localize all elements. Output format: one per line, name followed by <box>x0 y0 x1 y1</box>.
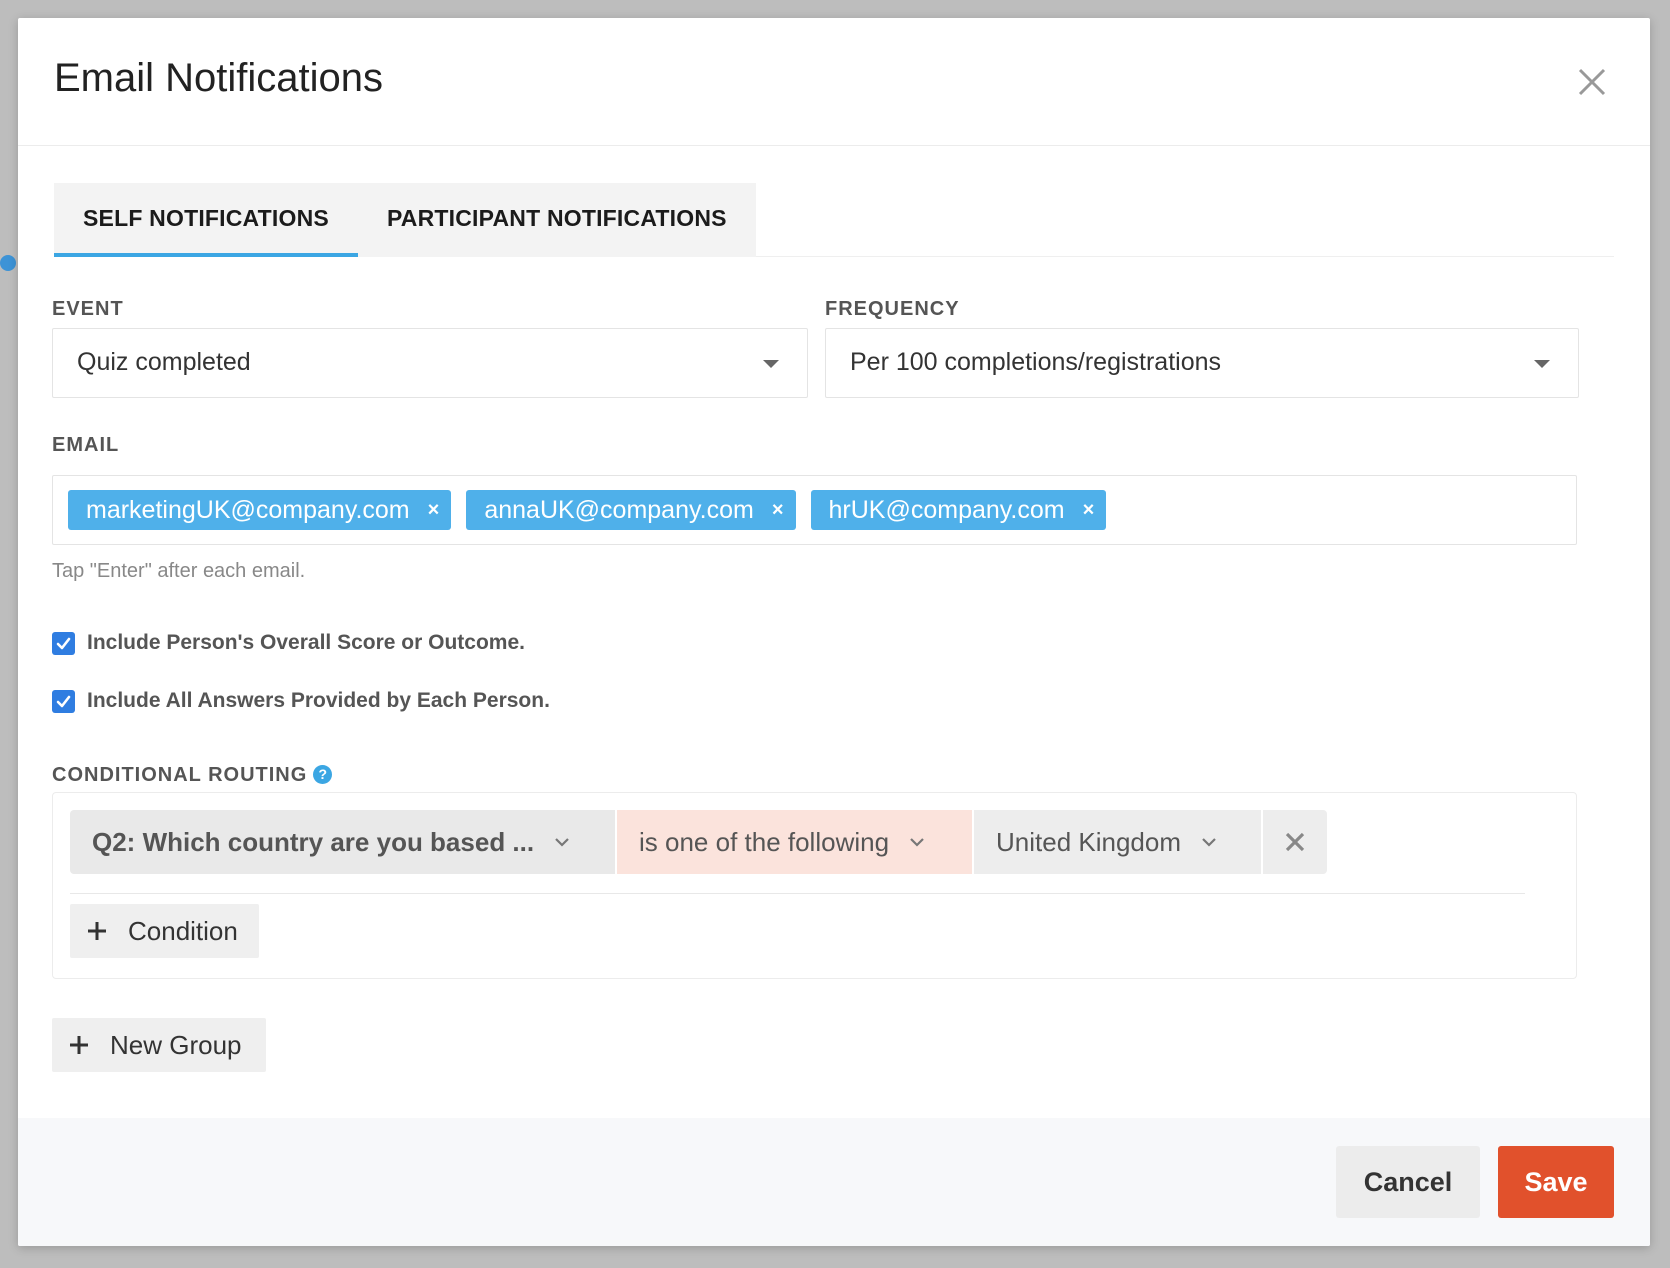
condition-question-value: Q2: Which country are you based ... <box>92 826 535 857</box>
include-score-option[interactable]: Include Person's Overall Score or Outcom… <box>52 631 525 655</box>
email-chip-text: marketingUK@company.com <box>86 495 410 524</box>
close-icon <box>1285 832 1305 852</box>
condition-row: Q2: Which country are you based ... is o… <box>70 810 1327 874</box>
tab-participant-notifications[interactable]: PARTICIPANT NOTIFICATIONS <box>358 183 756 257</box>
frequency-select[interactable]: Per 100 completions/registrations <box>825 328 1579 398</box>
modal-header: Email Notifications <box>18 18 1650 146</box>
include-score-label: Include Person's Overall Score or Outcom… <box>87 631 525 654</box>
tab-self-notifications[interactable]: SELF NOTIFICATIONS <box>54 183 358 257</box>
event-label: EVENT <box>52 298 124 320</box>
email-chip-text: annaUK@company.com <box>484 495 754 524</box>
plus-icon <box>88 922 106 940</box>
remove-condition-button[interactable] <box>1263 810 1327 874</box>
email-chip: hrUK@company.com × <box>810 490 1107 530</box>
include-answers-checkbox[interactable] <box>52 689 75 713</box>
condition-value-text: United Kingdom <box>996 826 1181 857</box>
email-chip-text: hrUK@company.com <box>828 495 1065 524</box>
check-icon <box>56 637 71 649</box>
email-chip: marketingUK@company.com × <box>68 490 452 530</box>
divider <box>70 893 1525 894</box>
add-condition-button[interactable]: Condition <box>70 904 259 958</box>
event-select[interactable]: Quiz completed <box>52 328 808 398</box>
email-notifications-modal: Email Notifications SELF NOTIFICATIONS P… <box>18 18 1650 1246</box>
condition-group: Q2: Which country are you based ... is o… <box>52 792 1577 979</box>
caret-down-icon <box>1534 360 1550 368</box>
modal-footer: Cancel Save <box>18 1118 1650 1246</box>
cancel-button[interactable]: Cancel <box>1336 1146 1480 1218</box>
background-help-icon <box>0 255 16 271</box>
save-button[interactable]: Save <box>1498 1146 1614 1218</box>
conditional-routing-text: CONDITIONAL ROUTING <box>52 764 308 786</box>
frequency-label: FREQUENCY <box>825 298 960 320</box>
new-group-button[interactable]: New Group <box>52 1018 266 1072</box>
condition-value-select[interactable]: United Kingdom <box>974 810 1261 874</box>
chevron-down-icon <box>910 838 924 847</box>
email-hint: Tap "Enter" after each email. <box>52 560 306 582</box>
condition-operator-value: is one of the following <box>639 826 890 857</box>
plus-icon <box>70 1036 88 1054</box>
event-select-value: Quiz completed <box>77 348 251 376</box>
check-icon <box>56 695 71 707</box>
chevron-down-icon <box>555 838 569 847</box>
condition-question-select[interactable]: Q2: Which country are you based ... <box>70 810 615 874</box>
conditional-routing-label: CONDITIONAL ROUTING? <box>52 764 333 787</box>
new-group-label: New Group <box>110 1029 242 1060</box>
condition-operator-select[interactable]: is one of the following <box>617 810 972 874</box>
include-answers-option[interactable]: Include All Answers Provided by Each Per… <box>52 689 550 713</box>
remove-chip-icon[interactable]: × <box>772 500 784 520</box>
tabs-bar: SELF NOTIFICATIONS PARTICIPANT NOTIFICAT… <box>54 183 1614 257</box>
close-icon[interactable] <box>1574 64 1610 100</box>
frequency-select-value: Per 100 completions/registrations <box>850 348 1222 376</box>
email-label: EMAIL <box>52 434 120 456</box>
email-chip: annaUK@company.com × <box>466 490 796 530</box>
remove-chip-icon[interactable]: × <box>1083 500 1095 520</box>
add-condition-label: Condition <box>128 915 238 946</box>
include-score-checkbox[interactable] <box>52 631 75 655</box>
email-tag-input[interactable]: marketingUK@company.com × annaUK@company… <box>52 475 1577 545</box>
caret-down-icon <box>763 360 779 368</box>
chevron-down-icon <box>1202 838 1216 847</box>
help-icon[interactable]: ? <box>313 765 333 784</box>
modal-title: Email Notifications <box>54 56 384 100</box>
remove-chip-icon[interactable]: × <box>428 500 440 520</box>
include-answers-label: Include All Answers Provided by Each Per… <box>87 689 550 712</box>
